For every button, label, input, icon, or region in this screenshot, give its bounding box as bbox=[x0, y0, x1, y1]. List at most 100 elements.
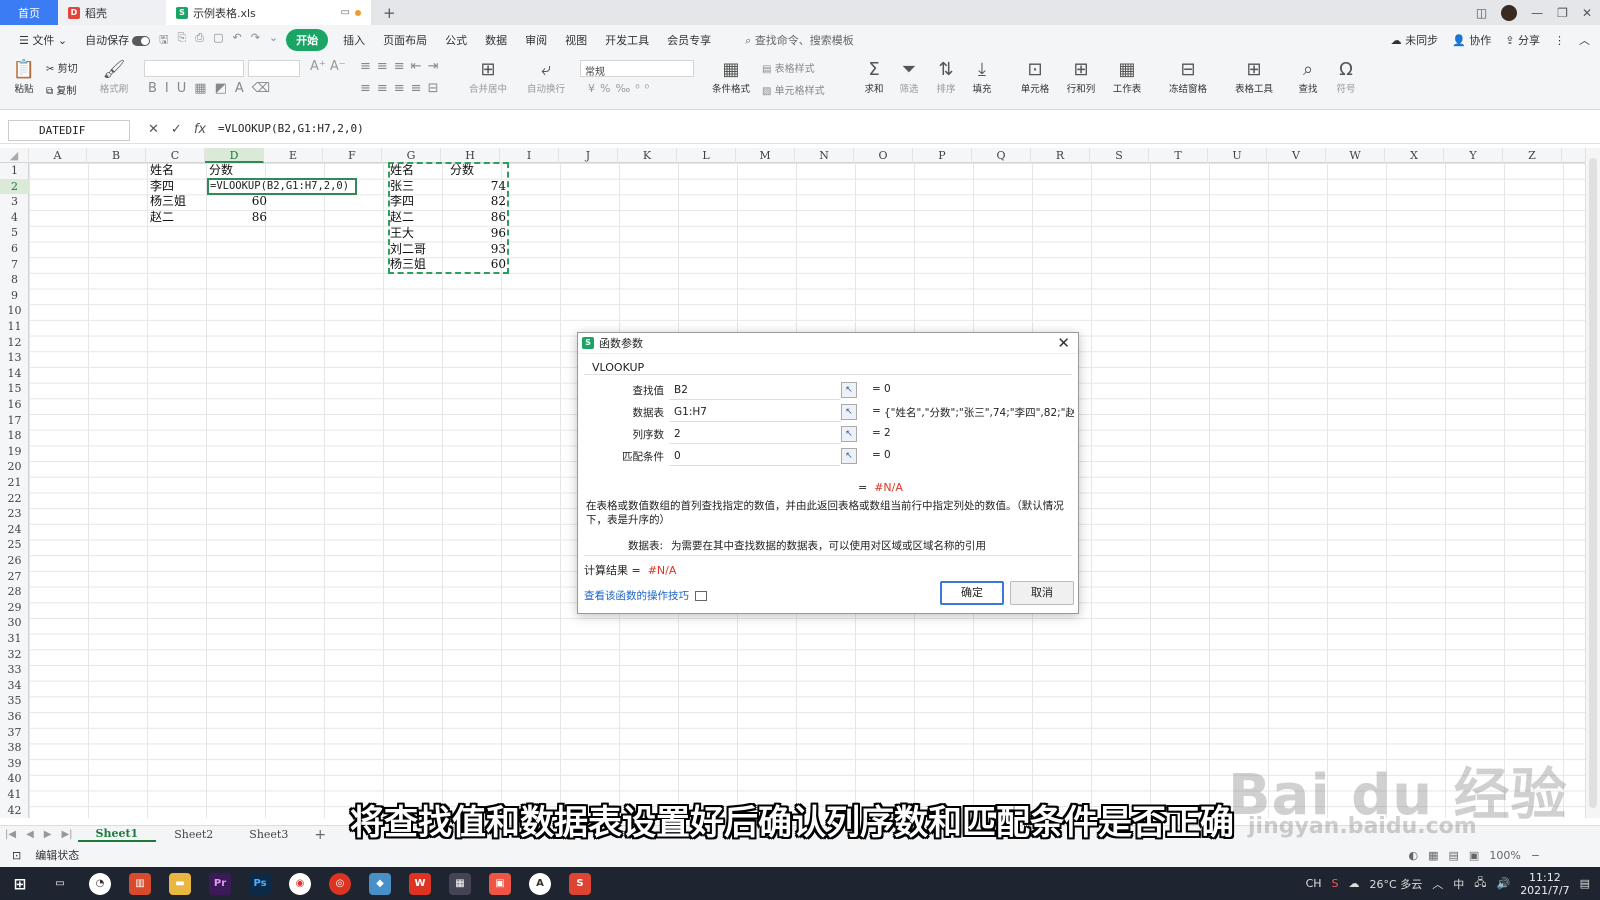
row-header-7[interactable]: 7 bbox=[0, 257, 29, 273]
row-header-13[interactable]: 13 bbox=[0, 350, 29, 366]
calculator-icon[interactable]: ▦ bbox=[449, 872, 471, 895]
windows-start-icon[interactable]: ⊞ bbox=[9, 873, 31, 895]
notes-icon[interactable]: ◆ bbox=[369, 872, 391, 895]
range-picker-icon[interactable]: ↖ bbox=[841, 404, 857, 420]
tab-data[interactable]: 数据 bbox=[476, 32, 516, 48]
cell-C1[interactable]: 姓名 bbox=[150, 163, 174, 179]
column-header-S[interactable]: S bbox=[1090, 148, 1149, 163]
row-header-10[interactable]: 10 bbox=[0, 303, 29, 319]
column-header-Y[interactable]: Y bbox=[1444, 148, 1503, 163]
align-top-row[interactable]: ≡≡≡⇤⇥ bbox=[360, 59, 444, 74]
tab-member[interactable]: 会员专享 bbox=[658, 32, 720, 48]
cell-C4[interactable]: 赵二 bbox=[150, 210, 174, 226]
column-header-B[interactable]: B bbox=[87, 148, 146, 163]
restore-icon[interactable]: ❐ bbox=[1557, 6, 1568, 20]
add-sheet-button[interactable]: + bbox=[306, 827, 334, 843]
font-color-icon[interactable]: A bbox=[235, 81, 252, 96]
column-header-J[interactable]: J bbox=[559, 148, 618, 163]
office-icon[interactable]: ▥ bbox=[129, 872, 151, 895]
border-icon[interactable]: ▦ bbox=[194, 81, 214, 96]
column-header-O[interactable]: O bbox=[854, 148, 913, 163]
cell-C2[interactable]: 李四 bbox=[150, 179, 174, 195]
table-style-button[interactable]: ▤ 表格样式 bbox=[762, 60, 815, 75]
cell-D1[interactable]: 分数 bbox=[209, 163, 233, 179]
tab-docer[interactable]: D 稻壳 bbox=[58, 0, 166, 25]
normal-view-icon[interactable]: ▦ bbox=[1428, 849, 1438, 862]
help-link[interactable]: 查看该函数的操作技巧 bbox=[584, 588, 707, 603]
column-header-N[interactable]: N bbox=[795, 148, 854, 163]
clock[interactable]: 11:12 2021/7/7 bbox=[1520, 871, 1569, 897]
tab-insert[interactable]: 插入 bbox=[334, 32, 374, 48]
premiere-icon[interactable]: Pr bbox=[209, 872, 231, 895]
row-header-20[interactable]: 20 bbox=[0, 459, 29, 475]
tab-page-layout[interactable]: 页面布局 bbox=[374, 32, 436, 48]
layout-icon[interactable]: ◫ bbox=[1476, 6, 1487, 20]
row-header-42[interactable]: 42 bbox=[0, 803, 29, 819]
more-options-icon[interactable]: ⋮ bbox=[1554, 34, 1565, 47]
row-header-38[interactable]: 38 bbox=[0, 740, 29, 756]
cell-H3[interactable]: 82 bbox=[448, 194, 506, 210]
column-header-Z[interactable]: Z bbox=[1503, 148, 1562, 163]
column-header-G[interactable]: G bbox=[382, 148, 441, 163]
collab-button[interactable]: 👤 协作 bbox=[1452, 32, 1491, 48]
column-header-L[interactable]: L bbox=[677, 148, 736, 163]
row-header-34[interactable]: 34 bbox=[0, 678, 29, 694]
autosave-toggle[interactable]: 自动保存 bbox=[76, 32, 159, 48]
table-tools-button[interactable]: ⊞ 表格工具 bbox=[1230, 59, 1278, 95]
sort-button[interactable]: ⇅ 排序 bbox=[932, 59, 960, 95]
row-header-37[interactable]: 37 bbox=[0, 725, 29, 741]
font-name-select[interactable] bbox=[144, 60, 244, 77]
range-picker-icon[interactable]: ↖ bbox=[841, 426, 857, 442]
row-header-39[interactable]: 39 bbox=[0, 756, 29, 772]
command-search[interactable]: ⌕ 查找命令、搜索模板 bbox=[736, 32, 863, 48]
row-header-4[interactable]: 4 bbox=[0, 210, 29, 226]
row-header-17[interactable]: 17 bbox=[0, 413, 29, 429]
column-header-R[interactable]: R bbox=[1031, 148, 1090, 163]
task-view-icon[interactable]: ▭ bbox=[49, 873, 71, 895]
row-header-21[interactable]: 21 bbox=[0, 475, 29, 491]
row-header-25[interactable]: 25 bbox=[0, 537, 29, 553]
zoom-out-icon[interactable]: − bbox=[1531, 849, 1540, 862]
sheet-tab-3[interactable]: Sheet3 bbox=[231, 828, 306, 841]
arg-input-table-array[interactable]: G1:H7 bbox=[669, 403, 841, 422]
row-header-16[interactable]: 16 bbox=[0, 397, 29, 413]
editing-cell-D2[interactable]: =VLOOKUP(B2,G1:H7,2,0) bbox=[207, 178, 357, 195]
worksheet-button[interactable]: ▦ 工作表 bbox=[1108, 59, 1146, 95]
column-header-Q[interactable]: Q bbox=[972, 148, 1031, 163]
column-header-W[interactable]: W bbox=[1326, 148, 1385, 163]
sheet-tab-1[interactable]: Sheet1 bbox=[77, 827, 157, 842]
paste-button[interactable]: 📋 粘贴 bbox=[10, 59, 38, 95]
fill-color-icon[interactable]: ◩ bbox=[215, 81, 235, 96]
freeze-panes-button[interactable]: ⊟ 冻结窗格 bbox=[1164, 59, 1212, 95]
avatar[interactable] bbox=[1501, 4, 1518, 21]
confirm-icon[interactable]: ✓ bbox=[171, 122, 182, 137]
export-icon[interactable]: ⎘ bbox=[177, 31, 186, 50]
cell-G6[interactable]: 刘二哥 bbox=[390, 242, 426, 258]
row-header-2[interactable]: 2 bbox=[0, 178, 29, 195]
name-box[interactable]: DATEDIF bbox=[8, 120, 130, 141]
folder-icon[interactable]: ▬ bbox=[169, 872, 191, 895]
macro-icon[interactable]: ⊡ bbox=[12, 849, 21, 862]
underline-icon[interactable]: U bbox=[177, 81, 195, 96]
column-header-U[interactable]: U bbox=[1208, 148, 1267, 163]
wps-presentation-icon[interactable]: ▣ bbox=[489, 872, 511, 895]
range-picker-icon[interactable]: ↖ bbox=[841, 382, 857, 398]
row-header-9[interactable]: 9 bbox=[0, 288, 29, 304]
tab-view[interactable]: 视图 bbox=[556, 32, 596, 48]
cell-H1[interactable]: 分数 bbox=[450, 163, 474, 179]
cell-button[interactable]: ⊡ 单元格 bbox=[1016, 59, 1054, 95]
redo-icon[interactable]: ↷ bbox=[251, 31, 260, 50]
new-tab-button[interactable]: + bbox=[371, 0, 408, 25]
sync-button[interactable]: ☁ 未同步 bbox=[1391, 32, 1439, 48]
dialog-title-bar[interactable]: S 函数参数 bbox=[578, 333, 1078, 354]
number-format-select[interactable]: 常规 bbox=[580, 60, 694, 78]
more-icon[interactable]: ⌄ bbox=[269, 31, 278, 50]
ok-button[interactable]: 确定 bbox=[940, 581, 1004, 605]
arg-input-range-lookup[interactable]: 0 bbox=[669, 447, 841, 466]
cut-button[interactable]: ✂ 剪切 bbox=[46, 60, 78, 75]
wps-spreadsheet-taskbar-icon[interactable]: S bbox=[569, 872, 591, 895]
row-header-14[interactable]: 14 bbox=[0, 366, 29, 382]
row-header-40[interactable]: 40 bbox=[0, 771, 29, 787]
cell-G1[interactable]: 姓名 bbox=[390, 163, 414, 179]
cancel-button[interactable]: 取消 bbox=[1010, 581, 1074, 605]
